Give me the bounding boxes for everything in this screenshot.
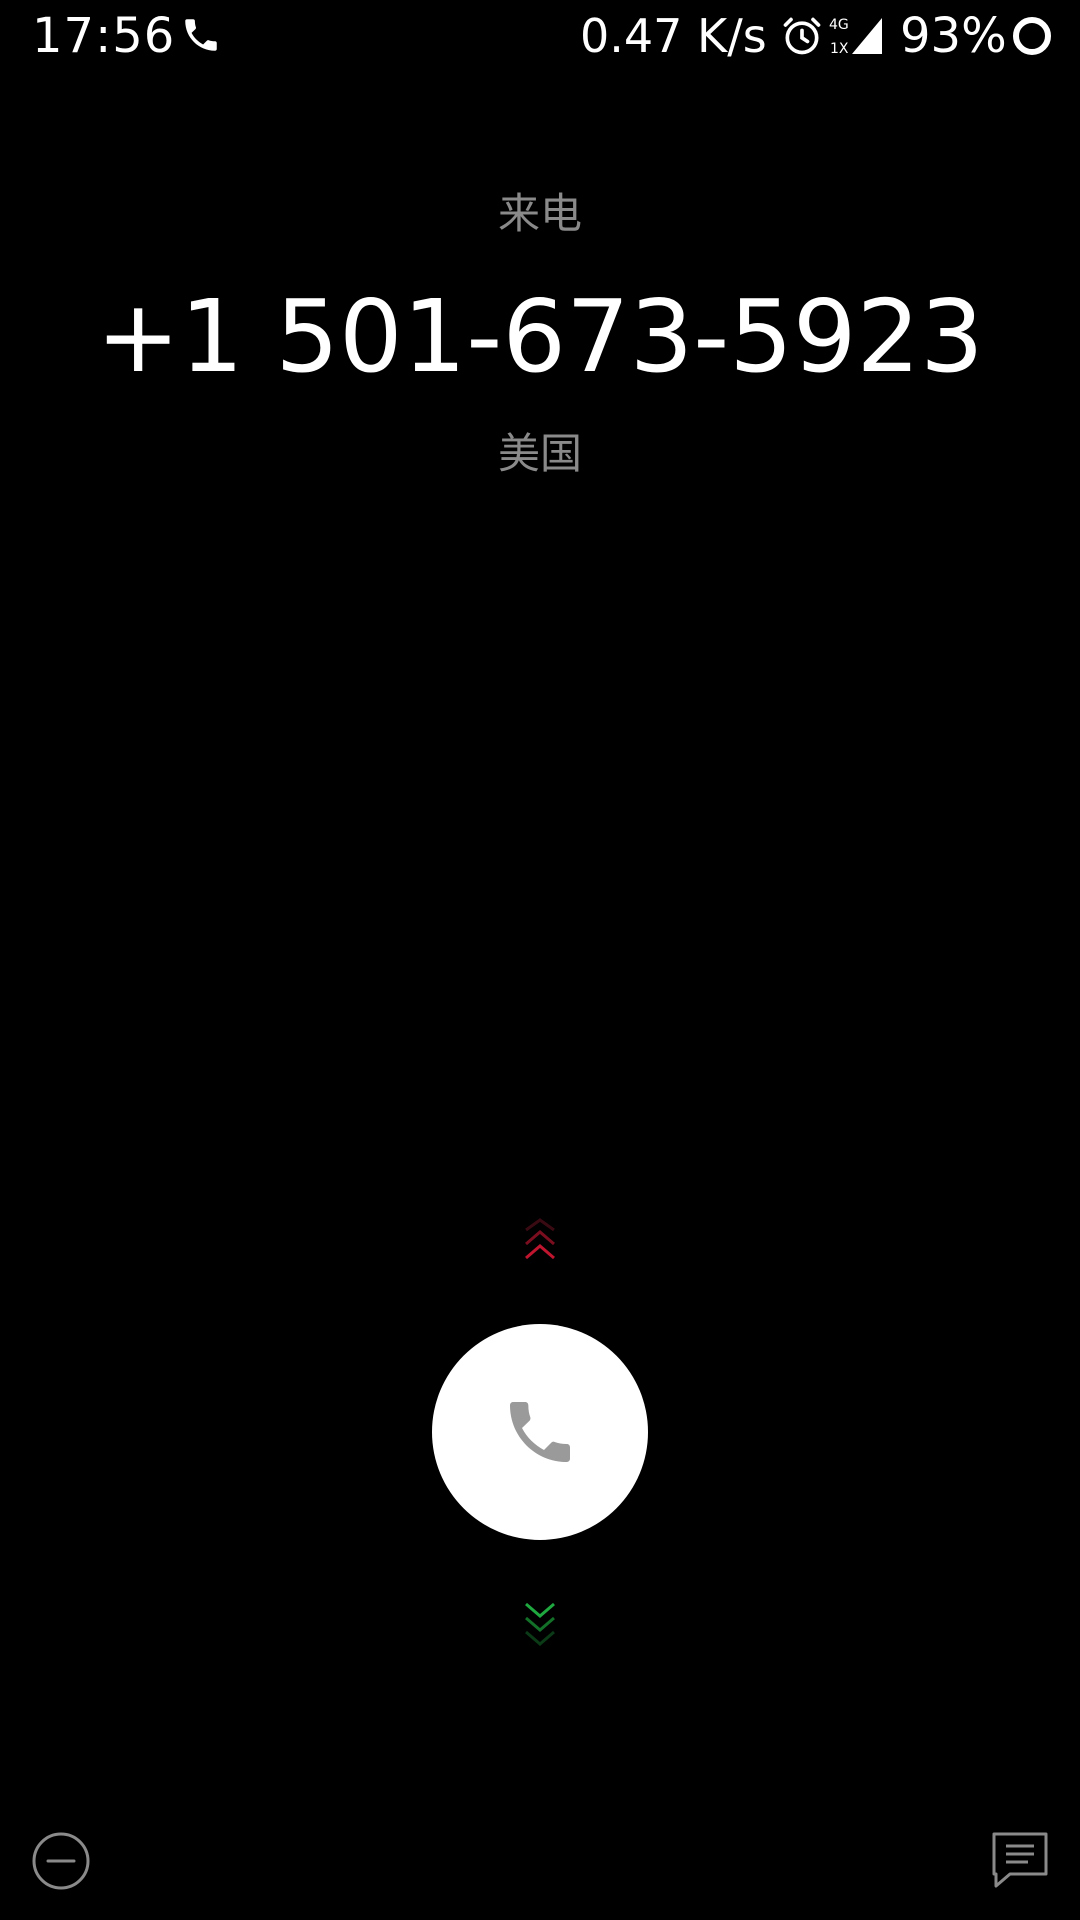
status-bar: 17:56 0.47 K/s 4G 1X 93% bbox=[0, 0, 1080, 72]
network-type-1x: 1X bbox=[830, 41, 849, 57]
call-icon bbox=[185, 19, 217, 51]
caller-location: 美国 bbox=[497, 429, 582, 478]
battery-percent: 93% bbox=[900, 8, 1007, 64]
double-chevron-down-icon bbox=[525, 1602, 555, 1646]
minus-circle-icon[interactable] bbox=[30, 1830, 92, 1892]
message-icon[interactable] bbox=[988, 1828, 1052, 1892]
answer-call-button[interactable] bbox=[432, 1324, 648, 1540]
call-status-label: 来电 bbox=[497, 189, 582, 238]
network-type-4g: 4G bbox=[829, 17, 849, 33]
double-chevron-up-icon bbox=[525, 1218, 555, 1260]
battery-icon bbox=[1013, 17, 1051, 55]
caller-number: +1 501-673-5923 bbox=[96, 278, 984, 395]
network-speed: 0.47 K/s bbox=[580, 9, 767, 63]
phone-icon bbox=[510, 1402, 570, 1462]
signal-icon bbox=[852, 18, 882, 54]
alarm-icon bbox=[783, 17, 821, 55]
status-time: 17:56 bbox=[32, 8, 176, 64]
